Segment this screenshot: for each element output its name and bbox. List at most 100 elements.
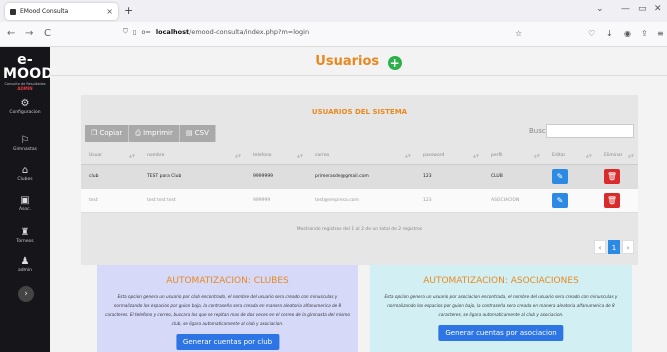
sort-icon: ▲▼ <box>627 153 634 158</box>
generate-association-accounts-button[interactable]: Generar cuentas por asociacion <box>438 325 564 341</box>
main-content: Usuarios + USUARIOS DEL SISTEMA ❐ Copiar… <box>50 47 667 352</box>
reload-icon[interactable]: C <box>44 28 51 39</box>
col-header[interactable]: nombre ▲▼ <box>139 147 245 165</box>
sort-icon: ▲▼ <box>585 153 592 158</box>
download-icon[interactable]: ↓ <box>606 29 613 38</box>
browser-tab[interactable]: EMood Consulta × <box>5 3 118 20</box>
col-header[interactable]: telefono ▲▼ <box>245 147 307 165</box>
cell-perfil: CLUB <box>483 164 544 189</box>
user-icon: ♟ <box>20 256 30 267</box>
sidebar-item-torneos[interactable]: ♜ Torneos <box>0 227 50 244</box>
sidebar-toggle-button[interactable]: › <box>18 286 34 302</box>
cell-usuario: test <box>81 188 139 213</box>
prev-page-button[interactable]: ‹ <box>594 240 606 254</box>
logo-text: e-MOOD <box>3 52 54 82</box>
sort-icon: ▲▼ <box>472 153 479 158</box>
url-path: /emood-consulta/index.php?m=login <box>189 27 310 36</box>
sidebar-item-label: Asoc. <box>18 207 32 212</box>
cell-telefono: 999999 <box>245 188 307 213</box>
sidebar-item-label: Gimnastas <box>13 147 37 152</box>
cell-password: 123 <box>415 188 483 213</box>
cell-editar: ✎ <box>544 164 596 189</box>
menu-icon[interactable]: ≡ <box>657 29 664 38</box>
copy-button[interactable]: ❐ Copiar <box>85 125 130 142</box>
clubes-automation-box: AUTOMATIZACION: CLUBES Esta opcion gener… <box>97 265 358 352</box>
cell-nombre: test test test <box>139 188 245 213</box>
sidebar-item-clubes[interactable]: ⌂ Clubes <box>0 165 50 182</box>
page-title-text: Usuarios <box>315 54 380 69</box>
users-panel: USUARIOS DEL SISTEMA ❐ Copiar ⎙ Imprimir… <box>81 95 638 265</box>
table-row[interactable]: test test test test 999999 test@empresa.… <box>81 188 638 213</box>
admin-tag: ADMIN <box>17 86 33 91</box>
search-input[interactable] <box>546 124 634 138</box>
next-page-button[interactable]: › <box>622 240 634 254</box>
gear-icon: ⚙ <box>20 98 30 109</box>
sidebar-item-label: admin <box>17 268 33 273</box>
generate-club-accounts-button[interactable]: Generar cuentas por club <box>175 334 280 350</box>
extension-icon[interactable]: ◉ <box>624 29 631 38</box>
shield-icon: ⛉ <box>123 27 128 35</box>
col-header[interactable]: Eliminar ▲▼ <box>596 147 638 165</box>
col-header[interactable]: perfil ▲▼ <box>483 147 544 165</box>
delete-button[interactable]: 🗑 <box>604 193 620 208</box>
cell-password: 123 <box>415 164 483 189</box>
users-table: Usuar ▲▼ nombre ▲▼ telefono ▲▼ correo ▲▼ pas… <box>81 147 638 213</box>
cell-eliminar: 🗑 <box>596 164 638 189</box>
sidebar-item-configuracion[interactable]: ⚙ Configuracion <box>0 98 50 115</box>
clubes-title: AUTOMATIZACION: CLUBES <box>166 276 289 286</box>
print-button[interactable]: ⎙ Imprimir <box>129 125 180 142</box>
cell-correo: test@empresa.com <box>307 188 415 213</box>
url-host: localhost <box>155 27 190 36</box>
tab-close-icon[interactable]: × <box>106 7 113 16</box>
edit-button[interactable]: ✎ <box>552 193 568 208</box>
page-icon: ▯ <box>132 27 137 36</box>
csv-icon: ▤ <box>185 129 193 137</box>
sort-icon: ▲▼ <box>533 153 540 158</box>
col-header[interactable]: Editar ▲▼ <box>544 147 596 165</box>
sort-icon: ▲▼ <box>296 153 303 158</box>
sidebar-item-asoc[interactable]: ▣ Asoc. <box>0 195 50 212</box>
table-row[interactable]: club TEST para Club 9999999 primerasde@g… <box>81 164 638 189</box>
sidebar-item-label: Clubes <box>17 177 33 182</box>
close-window-icon[interactable]: ✕ <box>654 4 662 14</box>
sidebar-item-label: Configuracion <box>9 110 41 115</box>
minimize-icon[interactable]: — <box>621 4 630 14</box>
share-icon[interactable]: ⇪ <box>641 29 648 38</box>
back-icon[interactable]: ← <box>7 28 15 39</box>
favicon-icon <box>10 8 16 15</box>
building-icon: ⌂ <box>21 165 29 176</box>
cell-perfil: ASOCIACION <box>483 188 544 213</box>
url-bar[interactable]: ⛉ ▯ o= localhost/emood-consulta/index.ph… <box>123 27 309 36</box>
sidebar-item-label: Torneos <box>16 239 34 244</box>
tab-list-icon[interactable]: ⌄ <box>596 4 604 14</box>
delete-button[interactable]: 🗑 <box>604 169 620 184</box>
add-user-button[interactable]: + <box>387 56 402 70</box>
sort-icon: ▲▼ <box>404 153 411 158</box>
table-header-row: Usuar ▲▼ nombre ▲▼ telefono ▲▼ correo ▲▼ pas… <box>81 147 638 165</box>
csv-button-label: CSV <box>194 129 209 137</box>
browser-navbar: ← → C ⛉ ▯ o= localhost/emood-consulta/in… <box>0 22 667 47</box>
cell-usuario: club <box>81 164 139 189</box>
sidebar-item-gimnastas[interactable]: ⚐ Gimnastas <box>0 135 50 152</box>
pocket-icon[interactable]: ♡ <box>588 29 595 38</box>
table-info: Mostrando registros del 1 al 2 de un tot… <box>296 227 423 232</box>
cell-nombre: TEST para Club <box>139 164 245 189</box>
maximize-icon[interactable]: ▭ <box>638 4 647 14</box>
sidebar-item-admin[interactable]: ♟ admin <box>0 256 50 273</box>
csv-button[interactable]: ▤ CSV <box>179 125 216 142</box>
gymnast-icon: ⚐ <box>20 135 30 146</box>
new-tab-button[interactable]: + <box>124 4 133 17</box>
asociaciones-description: Esta opcion genera un usuario por asocia… <box>384 294 618 317</box>
sort-icon: ▲▼ <box>234 153 241 158</box>
copy-button-label: Copiar <box>99 129 123 137</box>
copy-icon: ❐ <box>91 129 98 137</box>
page-1-button[interactable]: 1 <box>608 240 620 254</box>
col-header[interactable]: correo ▲▼ <box>307 147 415 165</box>
forward-icon[interactable]: → <box>25 28 33 39</box>
col-header[interactable]: Usuar ▲▼ <box>81 147 139 165</box>
edit-button[interactable]: ✎ <box>552 169 568 184</box>
bookmark-star-icon[interactable]: ☆ <box>515 29 522 38</box>
col-header[interactable]: password ▲▼ <box>415 147 483 165</box>
association-icon: ▣ <box>20 195 30 206</box>
logo[interactable]: e-MOOD Consulta de Resultados <box>3 52 54 86</box>
